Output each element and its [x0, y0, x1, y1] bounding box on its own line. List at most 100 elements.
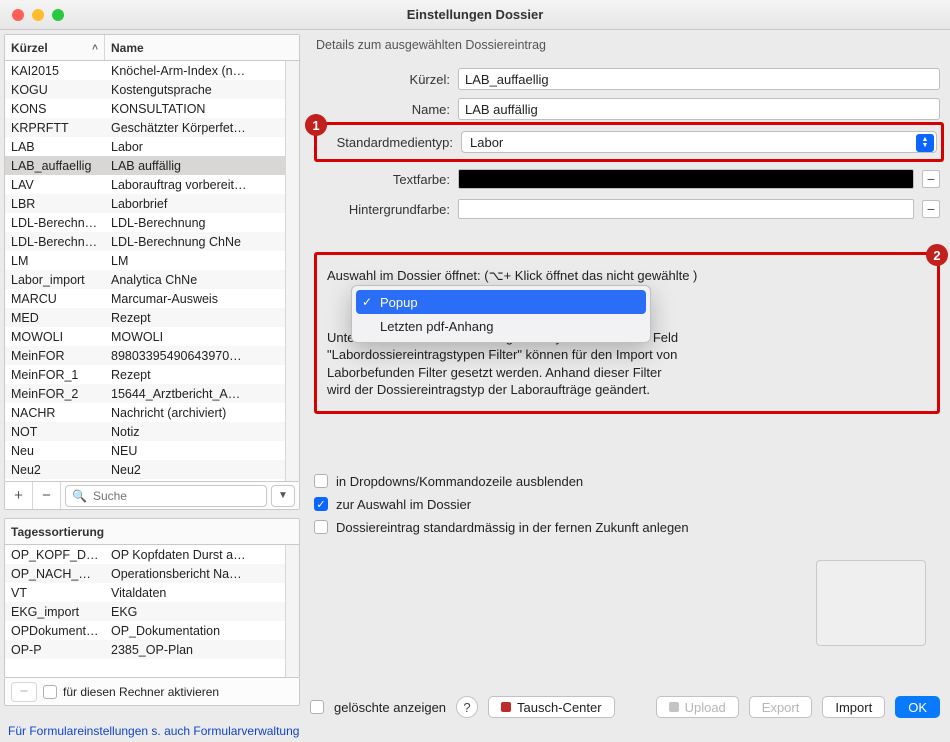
cell-name: MOWOLI: [105, 330, 299, 344]
cell-name: Nachricht (archiviert): [105, 406, 299, 420]
name-input[interactable]: LAB auffällig: [458, 98, 940, 120]
table-row[interactable]: NACHRNachricht (archiviert): [5, 403, 299, 422]
cell-name: LDL-Berechnung: [105, 216, 299, 230]
medientyp-label: Standardmedientyp:: [317, 135, 453, 150]
dropdown-item[interactable]: ✓Popup: [356, 290, 646, 314]
col-header-code[interactable]: Kürzel ˄: [5, 35, 105, 60]
clear-textcolor-button[interactable]: −: [922, 170, 940, 188]
textfarbe-label: Textfarbe:: [314, 172, 450, 187]
clear-bgcolor-button[interactable]: −: [922, 200, 940, 218]
auswahl-label: zur Auswahl im Dossier: [336, 497, 471, 512]
table-row[interactable]: OP_NACH_D…Operationsbericht Na…: [5, 564, 299, 583]
upload-label: Upload: [685, 700, 726, 715]
search-icon: 🔍: [72, 489, 87, 503]
cell-code: OPDokument…: [5, 624, 105, 638]
tausch-center-button[interactable]: Tausch-Center: [488, 696, 615, 718]
show-deleted-checkbox[interactable]: [310, 700, 324, 714]
table-row[interactable]: LMLM: [5, 251, 299, 270]
col-header-daysort[interactable]: Tagessortierung: [5, 519, 299, 544]
table-row[interactable]: LAB_auffaelligLAB auffällig: [5, 156, 299, 175]
table-row[interactable]: OP_KOPF_DU…OP Kopfdaten Durst a…: [5, 545, 299, 564]
day-sort-list[interactable]: Tagessortierung OP_KOPF_DU…OP Kopfdaten …: [4, 518, 300, 678]
col-header-daysort-label: Tagessortierung: [11, 525, 104, 539]
export-button[interactable]: Export: [749, 696, 813, 718]
open-mode-label: Auswahl im Dossier öffnet: (⌥+ Klick öff…: [327, 267, 927, 285]
table-row[interactable]: VTVitaldaten: [5, 583, 299, 602]
table-row[interactable]: Labor_importAnalytica ChNe: [5, 270, 299, 289]
kuerzel-input[interactable]: LAB_auffaellig: [458, 68, 940, 90]
table-row[interactable]: MOWOLIMOWOLI: [5, 327, 299, 346]
filter-dropdown[interactable]: ▼: [271, 485, 295, 507]
export-label: Export: [762, 700, 800, 715]
search-field[interactable]: 🔍: [65, 485, 267, 507]
table-row[interactable]: NeuNEU: [5, 441, 299, 460]
table-row[interactable]: EKG_importEKG: [5, 602, 299, 621]
cell-name: 89803395490643970…: [105, 349, 299, 363]
hide-checkbox[interactable]: [314, 474, 328, 488]
col-header-code-label: Kürzel: [11, 41, 48, 55]
textcolor-swatch[interactable]: [458, 169, 914, 189]
formular-link[interactable]: Für Formulareinstellungen s. auch Formul…: [8, 724, 299, 738]
dropdown-item-label: Letzten pdf-Anhang: [380, 319, 493, 334]
close-icon[interactable]: [12, 9, 24, 21]
maximize-icon[interactable]: [52, 9, 64, 21]
cell-code: OP_NACH_D…: [5, 567, 105, 581]
cell-code: LDL-Berechn…: [5, 216, 105, 230]
table-row[interactable]: KOGUKostengutsprache: [5, 80, 299, 99]
table-row[interactable]: NOTNotiz: [5, 422, 299, 441]
scrollbar[interactable]: [285, 61, 299, 481]
table-row[interactable]: MeinFOR_1Rezept: [5, 365, 299, 384]
cell-code: KAI2015: [5, 64, 105, 78]
open-mode-dropdown[interactable]: ✓Popup Letzten pdf-Anhang: [351, 285, 651, 343]
bag-icon: [501, 702, 511, 712]
add-button[interactable]: +: [5, 482, 33, 509]
remove-button[interactable]: −: [33, 482, 61, 509]
auswahl-checkbox[interactable]: ✓: [314, 497, 328, 511]
table-row[interactable]: LABLabor: [5, 137, 299, 156]
medientyp-popup[interactable]: Labor ▲▼: [461, 131, 937, 153]
col-header-name[interactable]: Name: [105, 35, 299, 60]
dossier-type-list[interactable]: Kürzel ˄ Name KAI2015Knöchel-Arm-Index (…: [4, 34, 300, 482]
cell-name: EKG: [105, 605, 299, 619]
medientyp-value: Labor: [470, 135, 503, 150]
hintergrund-label: Hintergrundfarbe:: [314, 202, 450, 217]
cell-code: VT: [5, 586, 105, 600]
table-row[interactable]: Neu2Neu2: [5, 460, 299, 479]
table-row[interactable]: LBRLaborbrief: [5, 194, 299, 213]
table-row[interactable]: KRPRFTTGeschätzter Körperfet…: [5, 118, 299, 137]
upload-button[interactable]: Upload: [656, 696, 739, 718]
list-header: Tagessortierung: [5, 519, 299, 545]
table-row[interactable]: KAI2015Knöchel-Arm-Index (n…: [5, 61, 299, 80]
help-button[interactable]: ?: [456, 696, 478, 718]
ok-button[interactable]: OK: [895, 696, 940, 718]
import-label: Import: [835, 700, 872, 715]
cell-code: LAB_auffaellig: [5, 159, 105, 173]
table-row[interactable]: LAVLaborauftrag vorbereit…: [5, 175, 299, 194]
minimize-icon[interactable]: [32, 9, 44, 21]
cell-name: LDL-Berechnung ChNe: [105, 235, 299, 249]
table-row[interactable]: MeinFOR89803395490643970…: [5, 346, 299, 365]
future-checkbox[interactable]: [314, 520, 328, 534]
table-row[interactable]: OP-P2385_OP-Plan: [5, 640, 299, 659]
checkmark-icon: ✓: [362, 295, 372, 309]
upload-icon: [669, 702, 679, 712]
scrollbar[interactable]: [285, 545, 299, 677]
name-label: Name:: [314, 102, 450, 117]
cell-name: OP Kopfdaten Durst a…: [105, 548, 299, 562]
table-row[interactable]: LDL-Berechn…LDL-Berechnung: [5, 213, 299, 232]
cell-code: LBR: [5, 197, 105, 211]
import-button[interactable]: Import: [822, 696, 885, 718]
table-row[interactable]: OPDokument…OP_Dokumentation: [5, 621, 299, 640]
table-row[interactable]: MARCUMarcumar-Ausweis: [5, 289, 299, 308]
table-row[interactable]: MeinFOR_215644_Arztbericht_A…: [5, 384, 299, 403]
table-row[interactable]: MEDRezept: [5, 308, 299, 327]
table-row[interactable]: LDL-Berechn…LDL-Berechnung ChNe: [5, 232, 299, 251]
chevron-updown-icon: ▲▼: [916, 134, 934, 152]
cell-name: LAB auffällig: [105, 159, 299, 173]
dropdown-item[interactable]: Letzten pdf-Anhang: [356, 314, 646, 338]
bgcolor-swatch[interactable]: [458, 199, 914, 219]
preview-box: [816, 560, 926, 646]
cell-name: Knöchel-Arm-Index (n…: [105, 64, 299, 78]
search-input[interactable]: [91, 488, 260, 504]
table-row[interactable]: KONSKONSULTATION: [5, 99, 299, 118]
